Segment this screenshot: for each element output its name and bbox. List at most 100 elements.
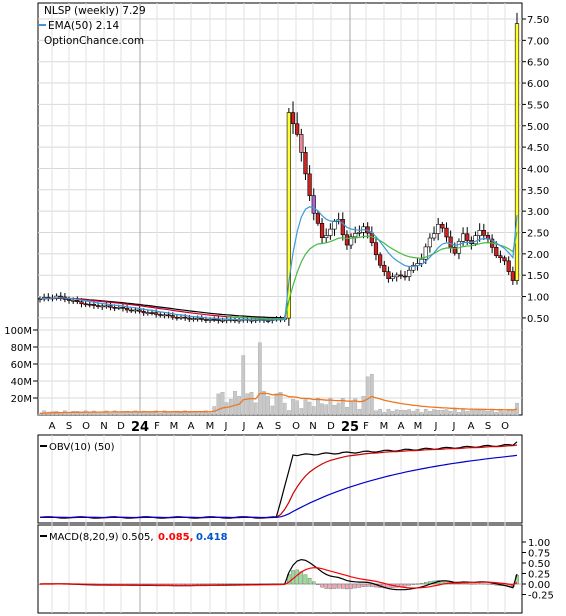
macd-histogram-bar	[241, 583, 245, 585]
macd-histogram-bar	[490, 583, 494, 585]
macd-histogram-bar	[158, 583, 163, 585]
volume-bar	[440, 410, 445, 416]
volume-bar	[129, 412, 134, 416]
price-tick-label: 7.50	[527, 15, 549, 26]
volume-bar	[295, 400, 300, 416]
volume-bar	[403, 410, 407, 416]
macd-histogram-bar	[133, 583, 138, 585]
watermark: OptionChance.com	[44, 35, 144, 47]
month-label: D	[327, 421, 335, 432]
chart-title: NLSP (weekly) 7.29	[44, 5, 146, 17]
macd-histogram-bar	[477, 583, 482, 585]
macd-tick-label: 0.50	[528, 559, 550, 570]
candle-body	[315, 212, 321, 224]
volume-bar	[216, 393, 221, 416]
month-label: J	[452, 421, 456, 432]
volume-bar	[415, 408, 420, 416]
macd-histogram-bar	[191, 583, 196, 585]
price-tick-label: 3.50	[527, 186, 549, 197]
macd-histogram-bar	[473, 583, 478, 585]
macd-tick-label: 0.00	[528, 580, 550, 591]
price-tick-label: 5.50	[527, 100, 549, 111]
month-label: O	[292, 421, 300, 432]
macd-histogram-bar	[320, 583, 324, 588]
month-label: J	[242, 421, 246, 432]
candle-body	[498, 255, 503, 259]
macd-histogram-bar	[465, 583, 469, 585]
month-label: 25	[341, 420, 359, 435]
macd-histogram-bar	[141, 583, 146, 585]
macd-legend-label: MACD(8,20,9) 0.505,	[49, 532, 154, 543]
volume-bar	[282, 402, 287, 416]
macd-histogram-bar	[332, 583, 337, 589]
candle-body	[440, 224, 445, 229]
candle-body	[158, 314, 163, 316]
macd-histogram-bar	[162, 583, 167, 585]
volume-bar	[502, 411, 507, 416]
month-label: M	[380, 421, 389, 432]
candle-body	[154, 312, 159, 315]
candle-body	[502, 257, 507, 262]
macd-histogram-bar	[187, 583, 192, 585]
candle-body	[166, 314, 171, 317]
price-tick-label: 4.00	[527, 164, 549, 175]
candle-body	[220, 320, 225, 322]
candle-body	[481, 230, 486, 236]
price-tick-label: 6.00	[527, 79, 549, 90]
candle-body	[299, 134, 304, 153]
month-label: J	[434, 421, 438, 432]
volume-bar	[511, 410, 515, 416]
month-label: S	[66, 421, 72, 432]
volume-bar	[266, 396, 270, 416]
macd-histogram-bar	[216, 583, 221, 585]
macd-histogram-bar	[220, 583, 225, 585]
volume-bar	[116, 412, 121, 416]
volume-bar	[311, 406, 316, 416]
volume-bar	[436, 410, 441, 416]
volume-bar	[486, 410, 490, 416]
price-tick-label: 5.00	[527, 122, 549, 133]
candle-body	[460, 233, 466, 242]
volume-tick-label: 100M	[4, 326, 32, 337]
volume-bar	[419, 412, 424, 416]
volume-bar	[262, 391, 266, 416]
candle-body	[120, 307, 126, 309]
stock-chart: 7.50 7.00 6.50 6.00 5.50 5.00 4.50 4.00 3.50 3.00…	[4, 2, 554, 614]
candle-body	[444, 227, 449, 238]
volume-bar	[187, 412, 192, 416]
volume-bar	[307, 401, 312, 416]
macd-histogram-bar	[179, 583, 183, 585]
price-tick-label: 4.50	[527, 143, 549, 154]
candle-body	[357, 232, 362, 234]
volume-bar	[224, 402, 229, 416]
volume-bar	[158, 413, 163, 416]
macd-histogram-bar	[357, 583, 362, 588]
macd-histogram-bar	[411, 583, 416, 585]
macd-tick-label: 0.25	[528, 570, 550, 581]
candle-body	[390, 276, 395, 279]
volume-bar	[345, 407, 349, 416]
macd-histogram-bar	[336, 583, 341, 589]
volume-bar	[361, 396, 366, 416]
macd-histogram-bar	[407, 583, 411, 586]
candle-body	[125, 307, 130, 311]
candle-body	[307, 173, 312, 196]
candle-body	[100, 305, 105, 308]
volume-bar	[316, 397, 320, 416]
candle-body	[477, 230, 482, 236]
candle-body	[195, 317, 200, 320]
price-tick-label: 7.00	[527, 36, 549, 47]
candle-body	[187, 317, 192, 320]
volume-bar	[303, 398, 308, 416]
candle-body	[83, 303, 88, 306]
volume-bar	[137, 412, 142, 416]
month-label: O	[82, 421, 90, 432]
volume-bar	[274, 393, 279, 416]
macd-tick-label: 1.00	[528, 538, 550, 549]
volume-bar	[407, 409, 412, 416]
volume-bar	[469, 409, 474, 416]
candle-body	[71, 300, 76, 302]
candle-body	[328, 228, 333, 236]
price-tick-label: 0.50	[527, 314, 549, 325]
volume-bar	[477, 409, 482, 416]
